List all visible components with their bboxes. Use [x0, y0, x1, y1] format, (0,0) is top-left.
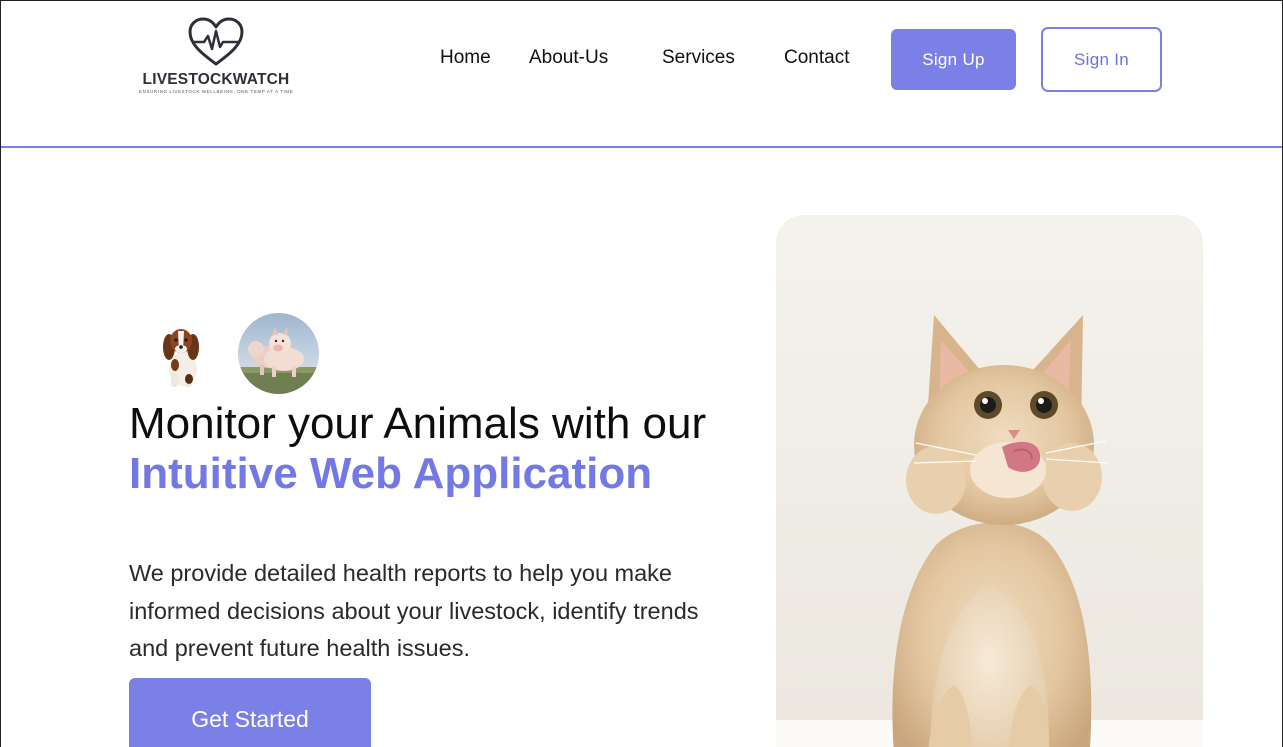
nav-item-services[interactable]: Services — [662, 47, 735, 69]
kitten-hero-image — [776, 215, 1203, 747]
sign-up-button[interactable]: Sign Up — [891, 29, 1016, 90]
nav-item-contact[interactable]: Contact — [784, 47, 849, 69]
get-started-button[interactable]: Get Started — [129, 678, 371, 747]
nav-item-home[interactable]: Home — [440, 47, 491, 69]
piglets-avatar-image — [238, 313, 319, 394]
puppy-avatar-image — [141, 313, 221, 393]
hero-headline-text: Monitor your Animals with our — [129, 399, 707, 448]
sign-in-button[interactable]: Sign In — [1041, 27, 1162, 92]
hero-headline-accent: Intuitive Web Application — [129, 449, 653, 498]
hero-headline: Monitor your Animals with our Intuitive … — [129, 399, 729, 499]
page: LIVESTOCKWATCH ENSURING LIVESTOCK WELLBE… — [0, 0, 1283, 747]
site-header: LIVESTOCKWATCH ENSURING LIVESTOCK WELLBE… — [1, 1, 1282, 148]
logo-tagline: ENSURING LIVESTOCK WELLBEING, ONE TEMP A… — [139, 89, 294, 94]
nav-item-about-us[interactable]: About-Us — [529, 47, 608, 69]
hero-description: We provide detailed health reports to he… — [129, 560, 699, 661]
